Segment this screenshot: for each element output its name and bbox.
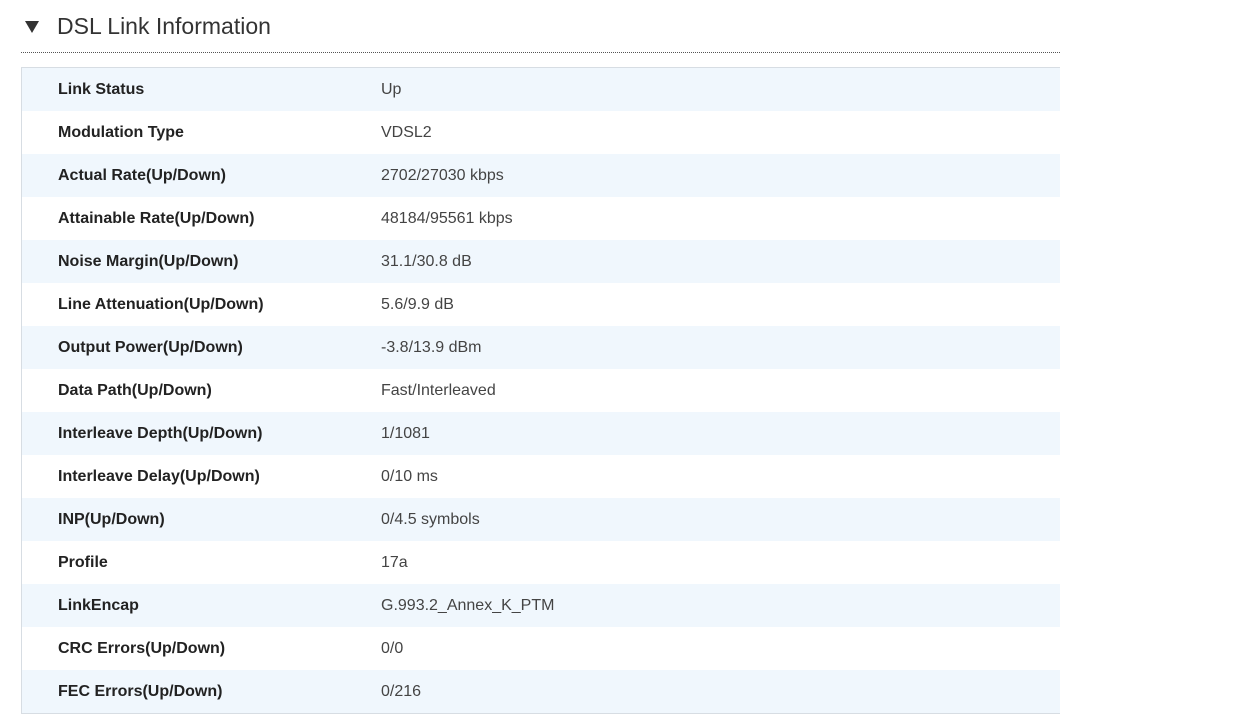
- row-label: Attainable Rate(Up/Down): [58, 210, 255, 227]
- row-value: 48184/95561 kbps: [381, 210, 513, 227]
- row-label: Interleave Delay(Up/Down): [58, 468, 260, 485]
- row-label: Noise Margin(Up/Down): [58, 253, 239, 270]
- row-label: Profile: [58, 554, 108, 571]
- row-value: Fast/Interleaved: [381, 382, 496, 399]
- row-value: 0/216: [381, 683, 422, 700]
- row-label: Link Status: [58, 81, 145, 98]
- row-label: INP(Up/Down): [58, 511, 165, 528]
- row-value: G.993.2_Annex_K_PTM: [381, 597, 555, 614]
- table-row: Link Status Up: [22, 68, 1060, 111]
- table-row: Modulation Type VDSL2: [22, 111, 1060, 154]
- table-row: Actual Rate(Up/Down) 2702/27030 kbps: [22, 154, 1060, 197]
- section-header[interactable]: DSL Link Information: [21, 0, 1060, 53]
- table-row: Noise Margin(Up/Down) 31.1/30.8 dB: [22, 240, 1060, 283]
- row-label: Data Path(Up/Down): [58, 382, 212, 399]
- row-value: 17a: [381, 554, 408, 571]
- table-row: Line Attenuation(Up/Down) 5.6/9.9 dB: [22, 283, 1060, 326]
- row-value: 31.1/30.8 dB: [381, 253, 472, 270]
- row-label: Actual Rate(Up/Down): [58, 167, 226, 184]
- section-title: DSL Link Information: [57, 13, 271, 39]
- row-label: CRC Errors(Up/Down): [58, 640, 226, 657]
- row-value: 2702/27030 kbps: [381, 167, 504, 184]
- table-row: Interleave Depth(Up/Down) 1/1081: [22, 412, 1060, 455]
- row-value: 0/4.5 symbols: [381, 511, 480, 528]
- row-label: Line Attenuation(Up/Down): [58, 296, 264, 313]
- row-value: VDSL2: [381, 124, 432, 141]
- row-label: FEC Errors(Up/Down): [58, 683, 223, 700]
- row-label: Modulation Type: [58, 124, 184, 141]
- table-row: CRC Errors(Up/Down) 0/0: [22, 627, 1060, 670]
- triangle-down-icon[interactable]: [25, 21, 39, 33]
- row-value: -3.8/13.9 dBm: [381, 339, 482, 356]
- table-row: Profile 17a: [22, 541, 1060, 584]
- row-value: 1/1081: [381, 425, 430, 442]
- table-row: Interleave Delay(Up/Down) 0/10 ms: [22, 455, 1060, 498]
- row-label: Interleave Depth(Up/Down): [58, 425, 263, 442]
- table-row: Attainable Rate(Up/Down) 48184/95561 kbp…: [22, 197, 1060, 240]
- table-row: INP(Up/Down) 0/4.5 symbols: [22, 498, 1060, 541]
- row-value: 5.6/9.9 dB: [381, 296, 454, 313]
- row-label: LinkEncap: [58, 597, 139, 614]
- table-row: LinkEncap G.993.2_Annex_K_PTM: [22, 584, 1060, 627]
- dsl-info-table: Link Status Up Modulation Type VDSL2 Act…: [21, 67, 1060, 714]
- row-value: Up: [381, 81, 402, 98]
- dsl-link-info-section: DSL Link Information Link Status Up Modu…: [0, 0, 1233, 720]
- table-row: FEC Errors(Up/Down) 0/216: [22, 670, 1060, 713]
- row-label: Output Power(Up/Down): [58, 339, 243, 356]
- table-row: Data Path(Up/Down) Fast/Interleaved: [22, 369, 1060, 412]
- row-value: 0/10 ms: [381, 468, 438, 485]
- table-row: Output Power(Up/Down) -3.8/13.9 dBm: [22, 326, 1060, 369]
- row-value: 0/0: [381, 640, 404, 657]
